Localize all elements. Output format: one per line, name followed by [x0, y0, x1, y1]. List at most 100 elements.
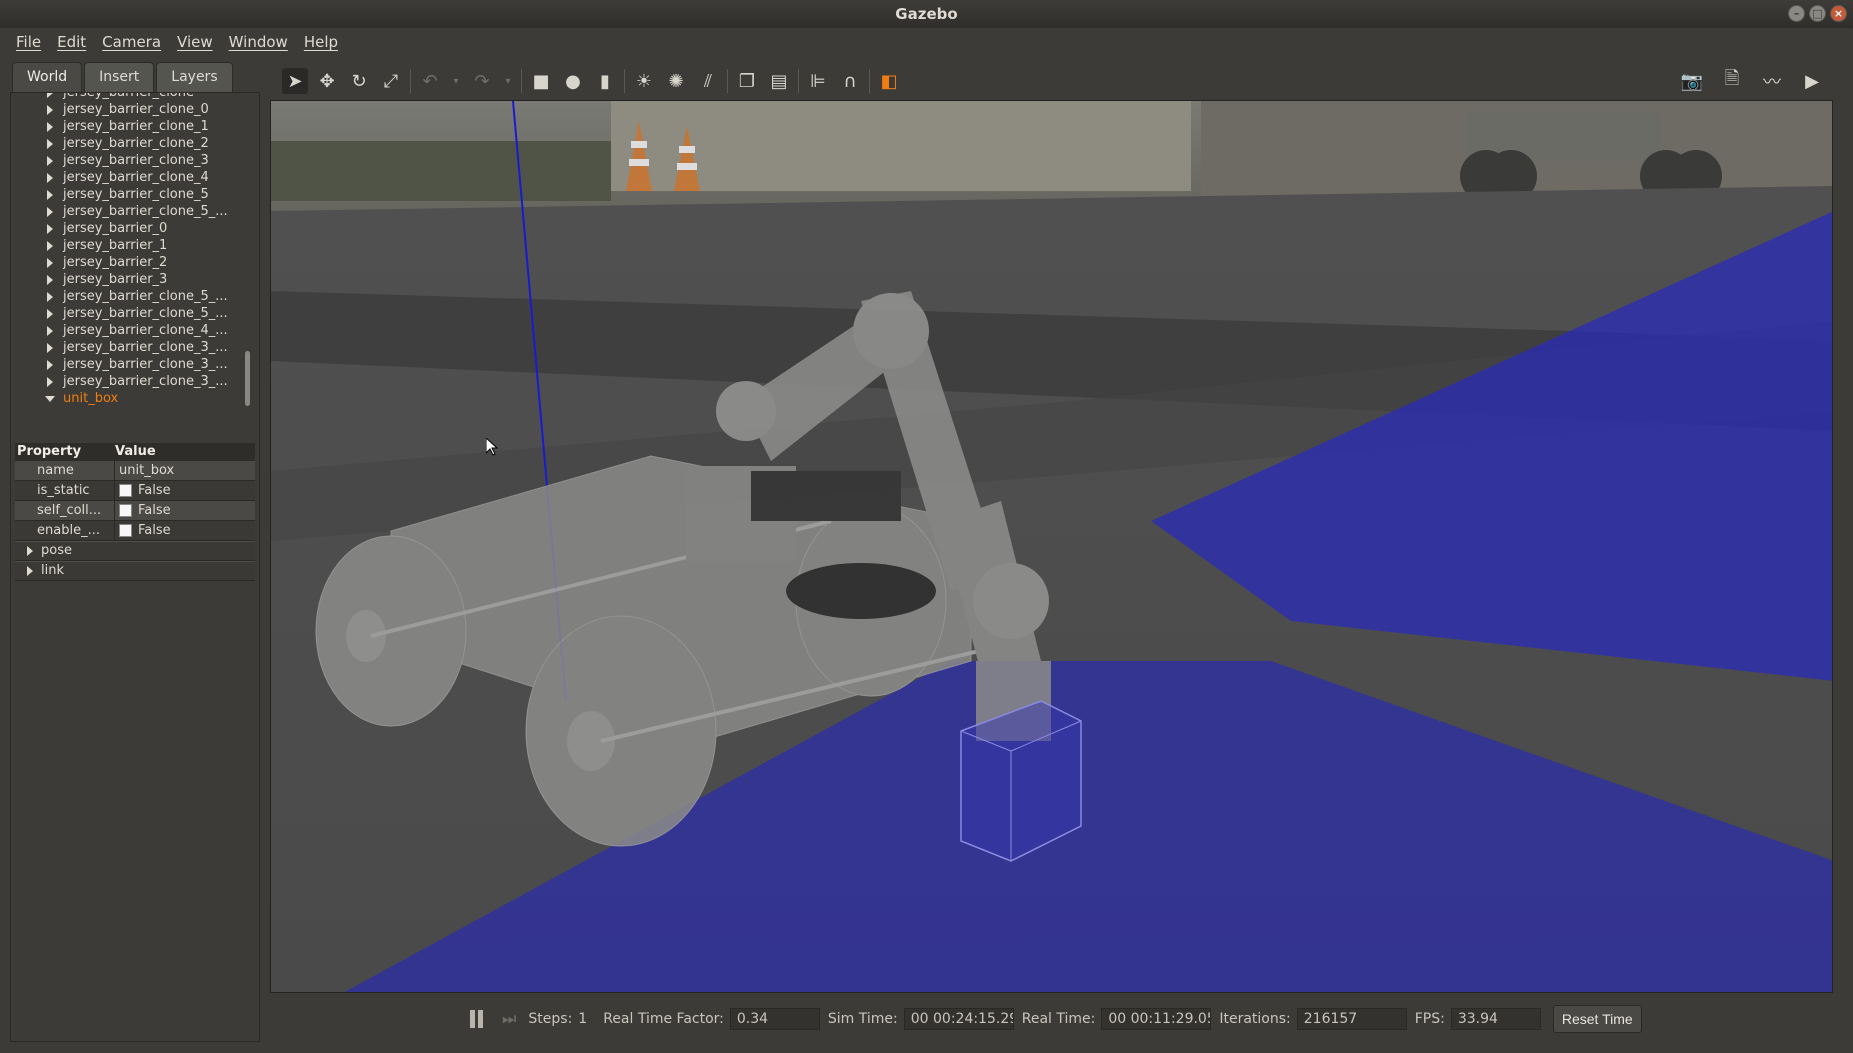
- select-arrow-icon[interactable]: ➤: [282, 68, 308, 94]
- plot-icon[interactable]: 〰: [1759, 68, 1785, 94]
- change-view-icon[interactable]: ◧: [876, 68, 902, 94]
- menu-help[interactable]: Help: [296, 33, 346, 51]
- tree-item[interactable]: jersey_barrier_clone_5_...: [15, 203, 255, 220]
- menu-edit[interactable]: Edit: [49, 33, 94, 51]
- is-static-checkbox[interactable]: [119, 484, 132, 497]
- toolbar-separator: [798, 69, 799, 93]
- tab-world[interactable]: World: [12, 62, 83, 92]
- expand-arrow-icon[interactable]: [47, 173, 53, 183]
- expand-arrow-icon[interactable]: [47, 122, 53, 132]
- expand-arrow-icon[interactable]: [47, 105, 53, 115]
- maximize-icon[interactable]: □: [1809, 5, 1826, 22]
- copy-icon[interactable]: ❐: [734, 68, 760, 94]
- expand-arrow-icon[interactable]: [47, 292, 53, 302]
- cylinder-shape-icon[interactable]: ▮: [592, 68, 618, 94]
- undo-dropdown-icon[interactable]: ▾: [449, 68, 463, 94]
- tab-insert[interactable]: Insert: [84, 62, 155, 92]
- spot-light-icon[interactable]: ✺: [663, 68, 689, 94]
- close-icon[interactable]: ×: [1830, 5, 1847, 22]
- expand-arrow-icon[interactable]: [47, 275, 53, 285]
- expand-arrow-icon[interactable]: [47, 258, 53, 268]
- tree-item[interactable]: jersey_barrier_0: [15, 220, 255, 237]
- property-group-link[interactable]: link: [15, 561, 255, 581]
- directional-light-icon[interactable]: ⫽: [695, 68, 721, 94]
- hedge: [271, 141, 611, 201]
- minimize-icon[interactable]: –: [1788, 5, 1805, 22]
- tree-item[interactable]: jersey_barrier_clone_5_...: [15, 288, 255, 305]
- toolbar-separator: [521, 69, 522, 93]
- box-shape-icon[interactable]: ■: [528, 68, 554, 94]
- tree-item[interactable]: jersey_barrier_clone_4_...: [15, 322, 255, 339]
- property-value[interactable]: unit_box: [119, 461, 174, 481]
- log-icon[interactable]: 🗎: [1719, 68, 1745, 94]
- undo-icon[interactable]: ↶: [417, 68, 443, 94]
- tree-scrollbar[interactable]: [245, 351, 250, 406]
- render-viewport[interactable]: [270, 100, 1833, 993]
- tree-item[interactable]: jersey_barrier_clone_5_...: [15, 305, 255, 322]
- group-label: pose: [41, 543, 72, 558]
- steps-spinbox[interactable]: 1: [578, 1011, 587, 1027]
- sphere-shape-icon[interactable]: ●: [560, 68, 586, 94]
- paste-icon[interactable]: ▤: [766, 68, 792, 94]
- expand-arrow-icon[interactable]: [47, 207, 53, 217]
- property-name: self_coll...: [15, 501, 115, 520]
- tree-item[interactable]: jersey_barrier_3: [15, 271, 255, 288]
- tree-item[interactable]: jersey_barrier_1: [15, 237, 255, 254]
- translate-icon[interactable]: ✥: [314, 68, 340, 94]
- menu-bar: File Edit Camera View Window Help: [0, 28, 1853, 56]
- menu-file[interactable]: File: [8, 33, 49, 51]
- tree-item[interactable]: jersey_barrier_2: [15, 254, 255, 271]
- expand-arrow-icon[interactable]: [47, 93, 53, 98]
- menu-camera[interactable]: Camera: [94, 33, 169, 51]
- tree-item-label: jersey_barrier_1: [63, 238, 168, 253]
- tree-item-label: jersey_barrier_clone_3_...: [63, 357, 228, 372]
- tree-item[interactable]: jersey_barrier_clone_3_...: [15, 373, 255, 390]
- expand-arrow-icon[interactable]: [47, 309, 53, 319]
- step-icon[interactable]: ⏭: [502, 1009, 516, 1029]
- record-video-icon[interactable]: ▶: [1799, 68, 1825, 94]
- tree-item[interactable]: jersey_barrier_clone_3: [15, 152, 255, 169]
- expand-arrow-icon[interactable]: [47, 343, 53, 353]
- rotate-icon[interactable]: ↻: [346, 68, 372, 94]
- expand-arrow-icon[interactable]: [47, 326, 53, 336]
- menu-window[interactable]: Window: [221, 33, 296, 51]
- expand-arrow-icon[interactable]: [47, 241, 53, 251]
- tree-item[interactable]: jersey_barrier_clone_5: [15, 186, 255, 203]
- expand-arrow-icon[interactable]: [47, 377, 53, 387]
- expand-arrow-icon[interactable]: [47, 190, 53, 200]
- steps-label: Steps:: [528, 1011, 573, 1027]
- redo-dropdown-icon[interactable]: ▾: [501, 68, 515, 94]
- pause-icon[interactable]: [470, 1010, 484, 1028]
- property-group-pose[interactable]: pose: [15, 541, 255, 561]
- expand-arrow-icon[interactable]: [47, 139, 53, 149]
- value-column-header: Value: [115, 444, 156, 459]
- screenshot-icon[interactable]: 📷: [1679, 68, 1705, 94]
- align-icon[interactable]: ⊫: [805, 68, 831, 94]
- snap-icon[interactable]: ∩: [837, 68, 863, 94]
- tree-item[interactable]: jersey_barrier_clone_3_...: [15, 356, 255, 373]
- expand-arrow-icon[interactable]: [47, 156, 53, 166]
- tree-item-selected[interactable]: unit_box: [15, 390, 255, 407]
- expand-arrow-icon[interactable]: [47, 224, 53, 234]
- collapse-arrow-icon[interactable]: [45, 396, 55, 402]
- tree-item[interactable]: jersey_barrier_clone_2: [15, 135, 255, 152]
- real-time-value: 00 00:11:29.058: [1101, 1008, 1212, 1030]
- self-collide-checkbox[interactable]: [119, 504, 132, 517]
- group-label: link: [41, 563, 64, 578]
- redo-icon[interactable]: ↷: [469, 68, 495, 94]
- tree-item-label: jersey_barrier_clone_3: [63, 153, 209, 168]
- scale-icon[interactable]: ⤢: [378, 68, 404, 94]
- enable-wind-checkbox[interactable]: [119, 524, 132, 537]
- tab-layers[interactable]: Layers: [156, 62, 233, 92]
- model-tree[interactable]: jersey_barrier_clone jersey_barrier_clone…: [15, 93, 255, 411]
- point-light-icon[interactable]: ☀: [631, 68, 657, 94]
- menu-view[interactable]: View: [169, 33, 221, 51]
- tree-item[interactable]: jersey_barrier_clone_1: [15, 118, 255, 135]
- expand-arrow-icon[interactable]: [47, 360, 53, 370]
- tree-item[interactable]: jersey_barrier_clone_0: [15, 101, 255, 118]
- reset-time-button[interactable]: Reset Time: [1552, 1005, 1642, 1033]
- tree-item-label: jersey_barrier_2: [63, 255, 168, 270]
- tree-item[interactable]: jersey_barrier_clone_3_...: [15, 339, 255, 356]
- tree-item[interactable]: jersey_barrier_clone_4: [15, 169, 255, 186]
- tree-item[interactable]: jersey_barrier_clone: [15, 93, 255, 101]
